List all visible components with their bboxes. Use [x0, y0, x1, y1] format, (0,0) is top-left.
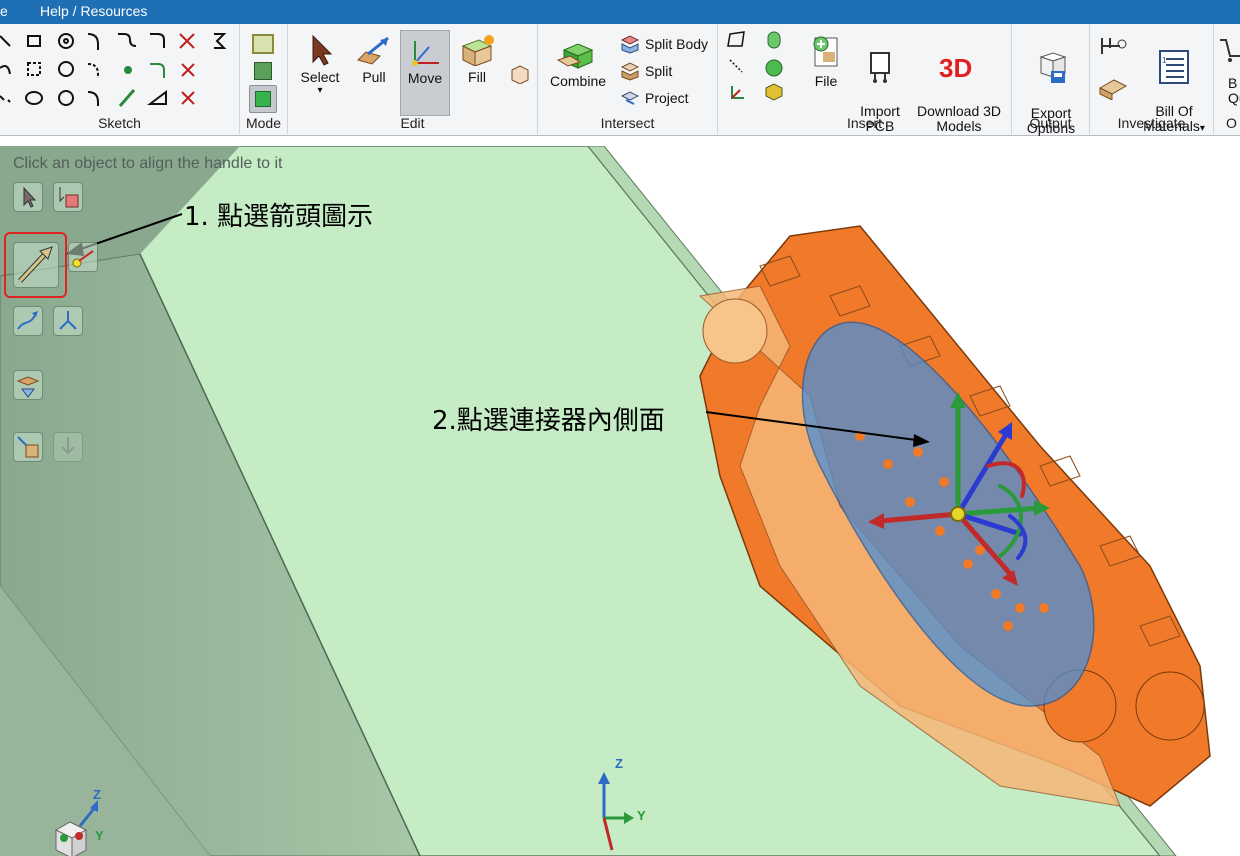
sketch-mode-icon[interactable]	[252, 34, 274, 54]
up-to-icon	[16, 376, 40, 398]
file-label: File	[814, 73, 838, 89]
import-pcb-icon	[870, 52, 890, 83]
select-body-icon	[59, 187, 79, 208]
ruler-dimension-button[interactable]	[53, 306, 83, 336]
investigate-small-icons[interactable]	[1096, 34, 1130, 100]
3d-logo-icon: 3D	[939, 53, 972, 83]
intersect-group: Combine Split Body Split Project Interse…	[538, 24, 718, 134]
scene-canvas[interactable]	[0, 146, 1240, 856]
project-icon	[620, 91, 640, 105]
callout-step-2: 2.點選連接器內側面	[432, 406, 665, 436]
fill-icon	[461, 35, 494, 66]
investigate-group: 1 Bill Of Materials▾ Investigate	[1090, 24, 1214, 134]
menu-bar: e Help / Resources	[0, 0, 1240, 24]
fill-button[interactable]: Fill	[454, 34, 500, 85]
split-label: Split	[645, 63, 673, 79]
select-body-guide-button[interactable]	[53, 182, 83, 212]
select-arrow-icon	[312, 34, 333, 66]
combine-icon	[556, 43, 594, 69]
mode-group: Mode	[240, 24, 288, 134]
3d-viewport[interactable]: Z Y Z Y Click an object to align the han…	[0, 146, 1240, 856]
combine-button[interactable]: Combine	[546, 36, 610, 89]
bill-of-materials-icon: 1	[1159, 50, 1189, 84]
move-icon	[412, 41, 439, 66]
split-body-button[interactable]: Split Body	[620, 34, 708, 54]
section-mode-icon[interactable]	[254, 62, 272, 80]
split-body-label: Split Body	[645, 36, 709, 52]
fill-label: Fill	[468, 69, 486, 85]
insert-group-label: Insert	[846, 115, 882, 131]
file-button[interactable]: File	[804, 34, 848, 89]
move-button[interactable]: Move	[400, 30, 450, 116]
maintain-orientation-button[interactable]	[53, 432, 83, 462]
pull-button[interactable]: Pull	[350, 34, 398, 85]
svg-text:3D: 3D	[939, 53, 972, 83]
cart-icon[interactable]	[1218, 36, 1240, 66]
select-label: Select	[300, 69, 340, 85]
insert-group: File Import PCB 3D Download 3D Models In…	[718, 24, 1012, 134]
up-to-guide-button[interactable]	[13, 370, 43, 400]
insert-shape-icons[interactable]	[726, 30, 786, 110]
replace-face-icon[interactable]	[508, 62, 530, 84]
ruler-icon	[59, 311, 77, 330]
3d-mode-button[interactable]	[249, 85, 277, 113]
select-arrow-icon	[23, 186, 37, 208]
move-label: Move	[407, 70, 443, 86]
anchor-point-guide-button[interactable]	[68, 242, 98, 272]
detach-icon	[17, 436, 39, 458]
svg-text:1: 1	[1162, 56, 1167, 65]
menu-file[interactable]: e	[0, 3, 8, 19]
output-group-label: Output	[1029, 115, 1072, 131]
insert-file-icon	[813, 36, 838, 67]
ribbon-toolbar: Sketch Mode Select ▾ Pull Move Fill Edit	[0, 24, 1240, 136]
diagonal-arrow-icon	[18, 246, 53, 283]
export-options-icon	[1039, 52, 1067, 83]
project-label: Project	[645, 90, 689, 106]
partial-button-label[interactable]: B Qu	[1228, 76, 1240, 106]
detach-first-button[interactable]	[13, 432, 43, 462]
cube-y-label: Y	[95, 828, 104, 843]
trajectory-icon	[17, 311, 38, 330]
tool-hint-text: Click an object to align the handle to i…	[13, 155, 283, 172]
pull-icon	[357, 36, 389, 65]
mode-group-label: Mode	[245, 115, 282, 131]
combine-label: Combine	[549, 73, 607, 89]
intersect-group-label: Intersect	[600, 115, 655, 131]
sketch-tools-icon-grid[interactable]	[0, 28, 236, 114]
select-button[interactable]: Select ▾	[296, 34, 344, 97]
partial-group: B Qu O	[1214, 24, 1240, 134]
select-guide-button[interactable]	[13, 182, 43, 212]
edit-group: Select ▾ Pull Move Fill Edit	[288, 24, 538, 134]
cube-z-label: Z	[93, 787, 101, 802]
split-icon	[620, 62, 640, 81]
investigate-group-label: Investigate	[1117, 115, 1186, 131]
pull-label: Pull	[362, 69, 386, 85]
split-body-icon	[620, 35, 640, 54]
anchor-point-icon	[72, 250, 94, 268]
move-anchor-guide-button[interactable]	[13, 242, 59, 288]
output-group: Export Options Output	[1012, 24, 1090, 136]
axis-z-label: Z	[615, 756, 623, 771]
axis-y-label: Y	[637, 808, 646, 823]
split-button[interactable]: Split	[620, 61, 672, 81]
maintain-orientation-icon	[61, 437, 75, 455]
menu-help-resources[interactable]: Help / Resources	[40, 3, 147, 19]
callout-step-1: 1. 點選箭頭圖示	[184, 202, 374, 232]
partial-group-label: O	[1226, 115, 1237, 131]
edit-group-label: Edit	[400, 115, 425, 131]
move-along-trajectory-button[interactable]	[13, 306, 43, 336]
sketch-group: Sketch	[0, 24, 240, 134]
project-button[interactable]: Project	[620, 88, 689, 108]
sketch-group-label: Sketch	[98, 115, 141, 131]
3d-mode-icon	[255, 91, 271, 107]
